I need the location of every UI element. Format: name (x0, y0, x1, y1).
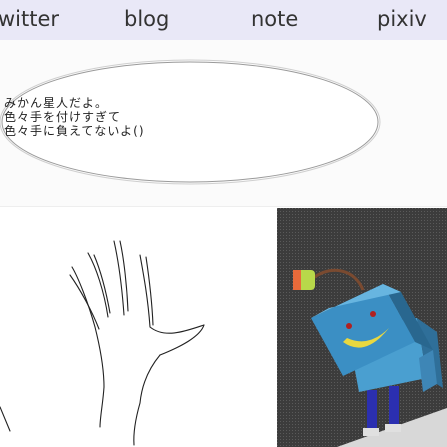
nav-link-pixiv[interactable]: pixiv (377, 7, 427, 31)
nav-link-twitter[interactable]: witter (0, 7, 59, 31)
nav-link-note[interactable]: note (251, 7, 298, 31)
top-nav: witter blog note pixiv (0, 0, 447, 40)
bubble-line-3: 色々手に負えてないよ() (4, 124, 145, 138)
robot-3d-render-image[interactable] (277, 208, 447, 447)
bubble-line-2: 色々手を付けすぎて (4, 110, 122, 124)
speech-bubble-text: みかん星人だよ。 色々手を付けすぎて 色々手に負えてないよ() (4, 96, 145, 138)
nav-link-blog[interactable]: blog (124, 7, 169, 31)
bubble-line-1: みかん星人だよ。 (4, 96, 109, 110)
hand-sketch-image[interactable] (0, 207, 270, 447)
